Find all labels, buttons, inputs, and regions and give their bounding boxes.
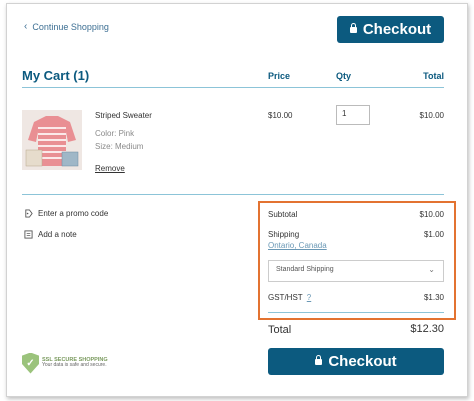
continue-shopping-link[interactable]: ‹ Continue Shopping [24, 21, 109, 32]
checkout-button-top[interactable]: Checkout [337, 16, 444, 43]
total-value: $12.30 [410, 323, 444, 335]
cart-window [6, 3, 468, 397]
product-image [22, 110, 82, 170]
shipping-method-select[interactable]: Standard Shipping ⌄ [268, 260, 444, 282]
tax-value: $1.30 [423, 293, 444, 302]
continue-shopping-label: Continue Shopping [32, 21, 109, 32]
lock-icon [349, 22, 357, 33]
tax-info-link[interactable]: ? [307, 293, 311, 302]
ssl-badge: ✓ SSL SECURE SHOPPING Your data is safe … [22, 351, 108, 375]
shipping-value: $1.00 [423, 230, 444, 239]
total-label: Total [268, 324, 292, 336]
column-header-price: Price [268, 71, 291, 81]
item-name: Striped Sweater [95, 111, 152, 120]
header-divider [22, 87, 444, 88]
checkout-button-bottom[interactable]: Checkout [268, 348, 444, 375]
shield-check-icon: ✓ [22, 352, 39, 374]
remove-link[interactable]: Remove [95, 164, 125, 173]
add-note-link[interactable]: Add a note [24, 230, 77, 239]
quantity-input[interactable]: 1 [336, 105, 370, 125]
tag-icon [25, 209, 33, 218]
add-note-label: Add a note [38, 230, 77, 239]
shipping-location-link[interactable]: Ontario, Canada [268, 241, 327, 250]
shipping-method-value: Standard Shipping [276, 266, 334, 273]
item-color: Color: Pink [95, 129, 135, 138]
chevron-left-icon: ‹ [24, 21, 28, 32]
promo-code-link[interactable]: Enter a promo code [24, 209, 108, 218]
items-divider [22, 194, 444, 195]
shipping-label: Shipping [268, 230, 300, 239]
checkout-label: Checkout [362, 21, 432, 38]
subtotal-label: Subtotal [268, 210, 298, 219]
promo-code-label: Enter a promo code [38, 209, 109, 218]
column-header-total: Total [423, 71, 444, 81]
subtotal-value: $10.00 [419, 210, 444, 219]
summary-divider [268, 312, 444, 313]
checkout-label: Checkout [328, 353, 397, 370]
chevron-down-icon: ⌄ [428, 265, 435, 274]
ssl-subtitle: Your data is safe and secure. [42, 362, 107, 369]
tax-row: GST/HST ? [268, 293, 311, 302]
lock-icon [315, 354, 323, 365]
item-price: $10.00 [268, 111, 293, 120]
tax-label: GST/HST [268, 293, 303, 302]
note-icon [24, 230, 33, 239]
sweater-image [22, 110, 82, 170]
item-total: $10.00 [419, 111, 444, 120]
item-size: Size: Medium [95, 142, 144, 151]
column-header-qty: Qty [336, 71, 352, 81]
page-title: My Cart (1) [22, 68, 90, 83]
